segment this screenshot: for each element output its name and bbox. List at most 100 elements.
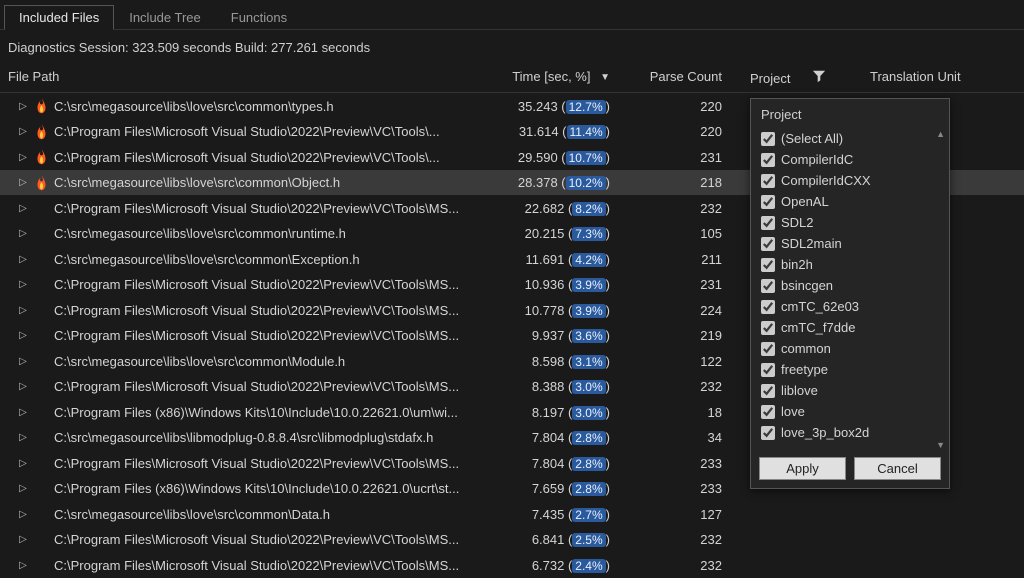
parse-count-cell: 232 [620, 532, 740, 547]
filter-checkbox[interactable] [761, 258, 775, 272]
table-row[interactable]: ▷C:\Program Files\Microsoft Visual Studi… [0, 552, 1024, 578]
filter-item[interactable]: OpenAL [757, 191, 943, 212]
filter-item[interactable]: liblove [757, 380, 943, 401]
filter-item[interactable]: CompilerIdC [757, 149, 943, 170]
expand-icon[interactable]: ▷ [18, 458, 28, 469]
table-header: File Path Time [sec, %] ▼ Parse Count Pr… [0, 65, 1024, 93]
column-header-translation[interactable]: Translation Unit [860, 69, 1024, 86]
filter-item[interactable]: love_3p_box2d [757, 422, 943, 443]
expand-icon[interactable]: ▷ [18, 381, 28, 392]
expand-icon[interactable]: ▷ [18, 126, 28, 137]
file-path-cell: ▷C:\src\megasource\libs\love\src\common\… [0, 507, 470, 522]
table-row[interactable]: ▷C:\src\megasource\libs\love\src\common\… [0, 501, 1024, 527]
file-path-cell: ▷C:\Program Files\Microsoft Visual Studi… [0, 328, 470, 343]
file-path-text: C:\Program Files\Microsoft Visual Studio… [54, 379, 459, 394]
filter-item[interactable]: CompilerIdCXX [757, 170, 943, 191]
expand-icon[interactable]: ▷ [18, 534, 28, 545]
filter-checkbox[interactable] [761, 405, 775, 419]
filter-checkbox[interactable] [761, 342, 775, 356]
fire-icon [34, 149, 48, 165]
scroll-down-icon[interactable]: ▼ [936, 440, 945, 450]
filter-item-label: love [781, 404, 805, 419]
filter-item-label: bin2h [781, 257, 813, 272]
filter-icon[interactable] [812, 69, 826, 86]
tab-include-tree[interactable]: Include Tree [114, 5, 216, 30]
expand-icon[interactable]: ▷ [18, 407, 28, 418]
percent-badge: 3.0% [572, 406, 605, 420]
parse-count-cell: 231 [620, 277, 740, 292]
column-header-path[interactable]: File Path [0, 69, 470, 86]
percent-badge: 3.6% [572, 329, 605, 343]
file-path-text: C:\src\megasource\libs\love\src\common\r… [54, 226, 346, 241]
expand-icon[interactable]: ▷ [18, 177, 28, 188]
filter-item[interactable]: bin2h [757, 254, 943, 275]
expand-icon[interactable]: ▷ [18, 432, 28, 443]
expand-icon[interactable]: ▷ [18, 152, 28, 163]
filter-item-label: cmTC_62e03 [781, 299, 859, 314]
filter-list[interactable]: (Select All)CompilerIdCCompilerIdCXXOpen… [751, 128, 949, 449]
time-cell: 7.804 (2.8%) [470, 430, 620, 445]
filter-item[interactable]: bsincgen [757, 275, 943, 296]
file-path-text: C:\Program Files\Microsoft Visual Studio… [54, 303, 459, 318]
parse-count-cell: 127 [620, 507, 740, 522]
column-header-project-label: Project [750, 71, 790, 86]
filter-checkbox[interactable] [761, 132, 775, 146]
column-header-parse[interactable]: Parse Count [620, 69, 740, 86]
tab-functions[interactable]: Functions [216, 5, 302, 30]
file-path-text: C:\src\megasource\libs\love\src\common\E… [54, 252, 360, 267]
file-path-cell: ▷ C:\src\megasource\libs\love\src\common\… [0, 226, 470, 241]
percent-badge: 3.9% [572, 304, 605, 318]
cancel-button[interactable]: Cancel [854, 457, 941, 480]
filter-item[interactable]: SDL2main [757, 233, 943, 254]
filter-checkbox[interactable] [761, 279, 775, 293]
filter-checkbox[interactable] [761, 195, 775, 209]
expand-icon[interactable]: ▷ [18, 203, 28, 214]
filter-checkbox[interactable] [761, 321, 775, 335]
filter-item-label: bsincgen [781, 278, 833, 293]
expand-icon[interactable]: ▷ [18, 279, 28, 290]
time-cell: 8.197 (3.0%) [470, 405, 620, 420]
filter-checkbox[interactable] [761, 153, 775, 167]
expand-icon[interactable]: ▷ [18, 254, 28, 265]
filter-checkbox[interactable] [761, 174, 775, 188]
filter-checkbox[interactable] [761, 216, 775, 230]
expand-icon[interactable]: ▷ [18, 509, 28, 520]
apply-button[interactable]: Apply [759, 457, 846, 480]
filter-item[interactable]: freetype [757, 359, 943, 380]
filter-checkbox[interactable] [761, 363, 775, 377]
file-path-text: C:\src\megasource\libs\love\src\common\t… [54, 99, 334, 114]
percent-badge: 12.7% [566, 100, 606, 114]
filter-checkbox[interactable] [761, 237, 775, 251]
expand-icon[interactable]: ▷ [18, 560, 28, 571]
percent-badge: 10.2% [566, 176, 606, 190]
filter-item[interactable]: cmTC_62e03 [757, 296, 943, 317]
expand-icon[interactable]: ▷ [18, 101, 28, 112]
percent-badge: 2.5% [572, 533, 605, 547]
filter-item[interactable]: SDL2 [757, 212, 943, 233]
column-header-time[interactable]: Time [sec, %] ▼ [470, 69, 620, 86]
expand-icon[interactable]: ▷ [18, 228, 28, 239]
table-row[interactable]: ▷C:\Program Files\Microsoft Visual Studi… [0, 527, 1024, 553]
filter-checkbox[interactable] [761, 384, 775, 398]
file-path-text: C:\src\megasource\libs\love\src\common\M… [54, 354, 345, 369]
expand-icon[interactable]: ▷ [18, 356, 28, 367]
tab-included-files[interactable]: Included Files [4, 5, 114, 30]
file-path-text: C:\Program Files (x86)\Windows Kits\10\I… [54, 405, 458, 420]
column-header-project[interactable]: Project [740, 69, 860, 86]
filter-checkbox[interactable] [761, 300, 775, 314]
percent-badge: 3.9% [572, 278, 605, 292]
filter-item[interactable]: cmTC_f7dde [757, 317, 943, 338]
time-cell: 9.937 (3.6%) [470, 328, 620, 343]
filter-item[interactable]: common [757, 338, 943, 359]
scroll-up-icon[interactable]: ▲ [936, 129, 945, 139]
filter-item[interactable]: love [757, 401, 943, 422]
file-path-cell: ▷ C:\src\megasource\libs\love\src\common\… [0, 354, 470, 369]
expand-icon[interactable]: ▷ [18, 330, 28, 341]
filter-checkbox[interactable] [761, 426, 775, 440]
expand-icon[interactable]: ▷ [18, 305, 28, 316]
expand-icon[interactable]: ▷ [18, 483, 28, 494]
filter-item[interactable]: (Select All) [757, 128, 943, 149]
percent-badge: 11.4% [567, 125, 606, 139]
file-path-text: C:\Program Files\Microsoft Visual Studio… [54, 124, 440, 139]
file-path-cell: ▷ C:\Program Files\Microsoft Visual Studi… [0, 379, 470, 394]
